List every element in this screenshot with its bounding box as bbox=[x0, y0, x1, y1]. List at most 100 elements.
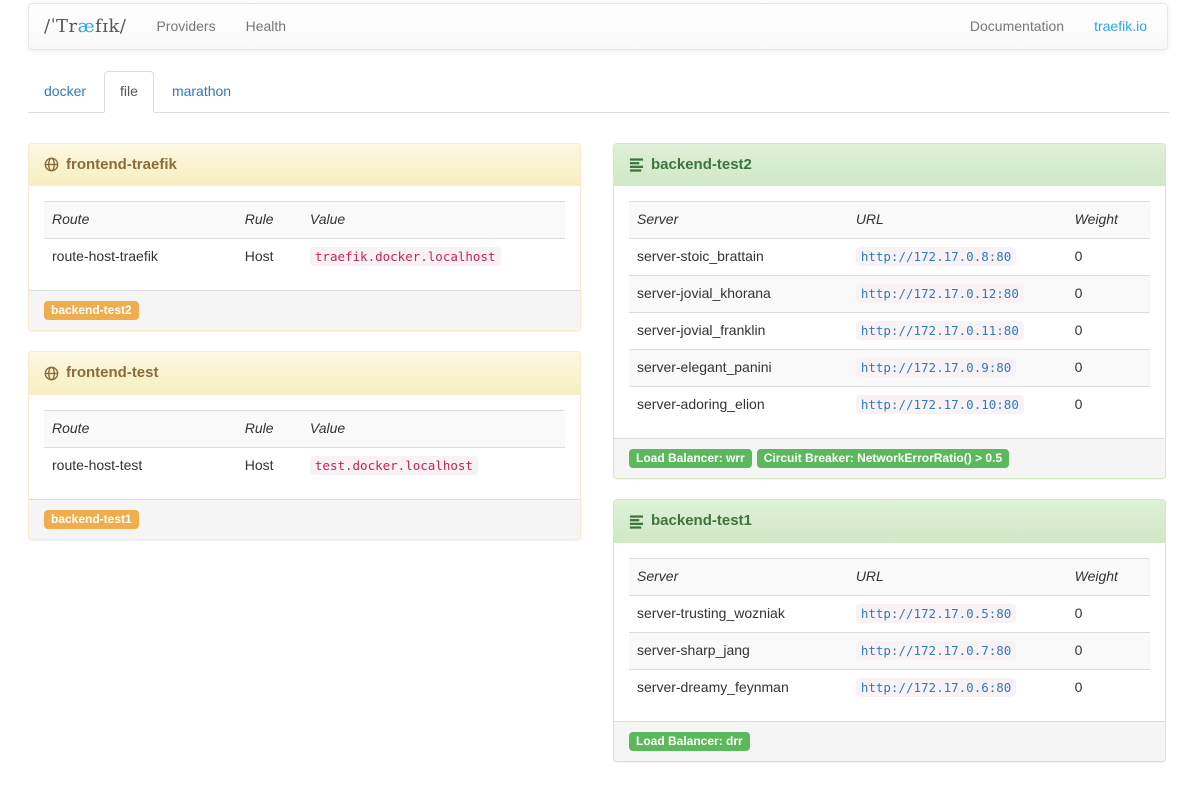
server-url: http://172.17.0.7:80 bbox=[856, 641, 1017, 660]
frontend-panel-heading: frontend-traefik bbox=[29, 144, 580, 186]
server-row: server-jovial_khorana http://172.17.0.12… bbox=[629, 276, 1150, 313]
backends-column: backend-test2 Server URL Weight server-s… bbox=[613, 143, 1166, 782]
server-url: http://172.17.0.6:80 bbox=[856, 678, 1017, 697]
frontend-panel-footer: backend-test1 bbox=[29, 499, 580, 539]
content: frontend-traefik Route Rule Value route-… bbox=[14, 143, 1183, 782]
server-url: http://172.17.0.9:80 bbox=[856, 358, 1017, 377]
backend-title: backend-test1 bbox=[651, 510, 752, 531]
servers-header-row: Server URL Weight bbox=[629, 202, 1150, 239]
frontend-panel-body: Route Rule Value route-host-test Host te… bbox=[29, 395, 580, 499]
label-load-balancer-wrr: Load Balancer: wrr bbox=[629, 449, 752, 468]
navbar-link-documentation[interactable]: Documentation bbox=[955, 4, 1079, 49]
servers-col-server: Server bbox=[629, 558, 848, 595]
frontend-title: frontend-test bbox=[66, 362, 159, 383]
frontend-panel: frontend-test Route Rule Value route-hos… bbox=[28, 351, 581, 539]
server-name: server-jovial_franklin bbox=[629, 313, 848, 350]
server-name: server-jovial_khorana bbox=[629, 276, 848, 313]
servers-col-weight: Weight bbox=[1067, 202, 1150, 239]
tab-marathon: marathon bbox=[156, 71, 247, 113]
server-name: server-dreamy_feynman bbox=[629, 669, 848, 705]
routes-header-row: Route Rule Value bbox=[44, 202, 565, 239]
frontends-column: frontend-traefik Route Rule Value route-… bbox=[28, 143, 581, 782]
navbar-link-health[interactable]: Health bbox=[231, 4, 301, 49]
route-row: route-host-traefik Host traefik.docker.l… bbox=[44, 239, 565, 275]
servers-header-row: Server URL Weight bbox=[629, 558, 1150, 595]
logo-accent: æ bbox=[78, 14, 95, 40]
servers-col-url: URL bbox=[848, 558, 1067, 595]
logo-suffix: fɪk/ bbox=[95, 14, 126, 40]
server-name: server-elegant_panini bbox=[629, 350, 848, 387]
label-backend-test2: backend-test2 bbox=[44, 301, 139, 320]
route-rule: Host bbox=[237, 239, 302, 275]
tasks-icon bbox=[629, 514, 644, 529]
tab-file: file bbox=[104, 71, 154, 113]
server-name: server-stoic_brattain bbox=[629, 239, 848, 276]
routes-col-route: Route bbox=[44, 202, 237, 239]
server-row: server-elegant_panini http://172.17.0.9:… bbox=[629, 350, 1150, 387]
backend-panel-body: Server URL Weight server-trusting_woznia… bbox=[614, 543, 1165, 721]
servers-table: Server URL Weight server-stoic_brattain … bbox=[629, 201, 1150, 423]
route-row: route-host-test Host test.docker.localho… bbox=[44, 447, 565, 483]
server-name: server-trusting_wozniak bbox=[629, 595, 848, 632]
routes-table: Route Rule Value route-host-test Host te… bbox=[44, 410, 565, 484]
server-url: http://172.17.0.5:80 bbox=[856, 604, 1017, 623]
navbar: /ˈTræfɪk/ Providers Health Documentation… bbox=[28, 3, 1168, 50]
frontend-title: frontend-traefik bbox=[66, 154, 177, 175]
navbar-link-providers[interactable]: Providers bbox=[141, 4, 230, 49]
servers-table: Server URL Weight server-trusting_woznia… bbox=[629, 558, 1150, 706]
label-backend-test1: backend-test1 bbox=[44, 510, 139, 529]
server-row: server-jovial_franklin http://172.17.0.1… bbox=[629, 313, 1150, 350]
server-row: server-sharp_jang http://172.17.0.7:80 0 bbox=[629, 632, 1150, 669]
routes-table: Route Rule Value route-host-traefik Host… bbox=[44, 201, 565, 275]
server-weight: 0 bbox=[1067, 669, 1150, 705]
server-weight: 0 bbox=[1067, 632, 1150, 669]
server-row: server-stoic_brattain http://172.17.0.8:… bbox=[629, 239, 1150, 276]
backend-panel-footer: Load Balancer: drr bbox=[614, 721, 1165, 761]
logo-prefix: /ˈTr bbox=[44, 14, 78, 40]
tab-docker: docker bbox=[28, 71, 102, 113]
routes-col-value: Value bbox=[302, 202, 565, 239]
tab-file-link[interactable]: file bbox=[104, 71, 154, 113]
backend-title: backend-test2 bbox=[651, 154, 752, 175]
server-url: http://172.17.0.12:80 bbox=[856, 284, 1024, 303]
frontend-panel-heading: frontend-test bbox=[29, 352, 580, 394]
server-weight: 0 bbox=[1067, 313, 1150, 350]
route-value: traefik.docker.localhost bbox=[310, 247, 501, 266]
servers-col-weight: Weight bbox=[1067, 558, 1150, 595]
server-url: http://172.17.0.8:80 bbox=[856, 247, 1017, 266]
server-weight: 0 bbox=[1067, 276, 1150, 313]
page: /ˈTræfɪk/ Providers Health Documentation… bbox=[14, 0, 1183, 782]
backend-panel-heading: backend-test2 bbox=[614, 144, 1165, 186]
label-circuit-breaker-networkerrorratio-0-5: Circuit Breaker: NetworkErrorRatio() > 0… bbox=[757, 449, 1009, 468]
server-url: http://172.17.0.11:80 bbox=[856, 321, 1024, 340]
backend-panel-body: Server URL Weight server-stoic_brattain … bbox=[614, 186, 1165, 438]
servers-col-server: Server bbox=[629, 202, 848, 239]
server-url: http://172.17.0.10:80 bbox=[856, 395, 1024, 414]
navbar-right-links: Documentation traefik.io bbox=[955, 4, 1167, 49]
route-name: route-host-test bbox=[44, 447, 237, 483]
routes-col-route: Route bbox=[44, 410, 237, 447]
label-load-balancer-drr: Load Balancer: drr bbox=[629, 732, 750, 751]
route-rule: Host bbox=[237, 447, 302, 483]
navbar-link-traefik-io[interactable]: traefik.io bbox=[1079, 4, 1162, 49]
globe-icon bbox=[44, 366, 59, 381]
server-row: server-adoring_elion http://172.17.0.10:… bbox=[629, 387, 1150, 423]
frontend-panel: frontend-traefik Route Rule Value route-… bbox=[28, 143, 581, 331]
route-value: test.docker.localhost bbox=[310, 456, 478, 475]
tab-marathon-link[interactable]: marathon bbox=[156, 71, 247, 113]
backend-panel: backend-test2 Server URL Weight server-s… bbox=[613, 143, 1166, 479]
frontend-panel-body: Route Rule Value route-host-traefik Host… bbox=[29, 186, 580, 290]
route-name: route-host-traefik bbox=[44, 239, 237, 275]
provider-tabs: docker file marathon bbox=[28, 71, 1169, 113]
routes-col-value: Value bbox=[302, 410, 565, 447]
server-name: server-sharp_jang bbox=[629, 632, 848, 669]
routes-col-rule: Rule bbox=[237, 410, 302, 447]
server-weight: 0 bbox=[1067, 239, 1150, 276]
navbar-links: Providers Health bbox=[141, 4, 301, 49]
traefik-logo[interactable]: /ˈTræfɪk/ bbox=[29, 4, 141, 49]
tab-docker-link[interactable]: docker bbox=[28, 71, 102, 113]
server-row: server-dreamy_feynman http://172.17.0.6:… bbox=[629, 669, 1150, 705]
globe-icon bbox=[44, 157, 59, 172]
routes-header-row: Route Rule Value bbox=[44, 410, 565, 447]
server-row: server-trusting_wozniak http://172.17.0.… bbox=[629, 595, 1150, 632]
